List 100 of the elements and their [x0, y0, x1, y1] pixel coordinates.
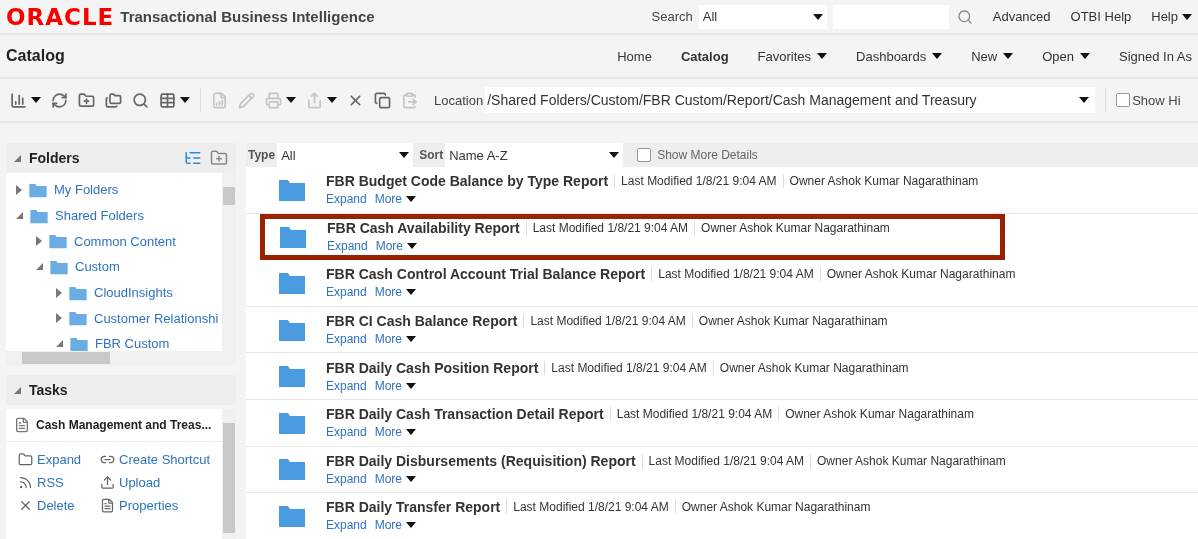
- owner-text: Owner Ashok Kumar Nagarathinam: [691, 314, 888, 329]
- folder-icon: [278, 457, 306, 482]
- item-name[interactable]: FBR CI Cash Balance Report: [326, 313, 518, 330]
- expand-toggle[interactable]: [56, 313, 62, 324]
- more-link[interactable]: More: [374, 378, 417, 393]
- collapse-toggle[interactable]: [14, 154, 21, 162]
- item-name[interactable]: FBR Cash Availability Report: [327, 220, 520, 237]
- folder-link[interactable]: My Folders: [54, 182, 119, 198]
- page-title: Catalog: [6, 47, 65, 65]
- search-scope-select[interactable]: All: [698, 4, 827, 29]
- folder-link[interactable]: CloudInsights: [94, 285, 173, 301]
- owner-text: Owner Ashok Kumar Nagarathinam: [782, 174, 979, 189]
- more-link[interactable]: More: [374, 518, 417, 533]
- delete-icon[interactable]: [18, 498, 33, 513]
- folder-icon: [49, 258, 69, 275]
- folder-link[interactable]: Common Content: [74, 233, 176, 249]
- folder-link[interactable]: FBR Custom: [95, 336, 170, 351]
- rss-icon[interactable]: [18, 475, 33, 490]
- search-icon[interactable]: [956, 8, 973, 25]
- location-label: Location: [434, 92, 484, 108]
- expand-link[interactable]: Expand: [326, 192, 367, 207]
- type-label: Type: [248, 148, 276, 162]
- nav-link[interactable]: New: [971, 48, 1014, 64]
- modified-text: Last Modified 1/8/21 9:04 AM: [614, 174, 777, 189]
- item-name[interactable]: FBR Daily Transfer Report: [326, 499, 501, 516]
- checkbox[interactable]: [1116, 93, 1131, 107]
- view-tool-icon[interactable]: [10, 91, 41, 109]
- folder-icon[interactable]: [18, 452, 33, 467]
- panel-title: Tasks: [29, 382, 68, 398]
- search-label: Search: [651, 9, 693, 24]
- modified-text: Last Modified 1/8/21 9:04 AM: [641, 453, 805, 468]
- sort-select[interactable]: Name A-Z: [445, 143, 624, 167]
- folders-tool-icon[interactable]: [105, 91, 122, 109]
- expand-link[interactable]: Expand: [326, 332, 367, 347]
- nav-link[interactable]: Signed In As: [1119, 48, 1192, 64]
- more-link[interactable]: More: [374, 285, 417, 300]
- new-folder-icon[interactable]: [210, 149, 228, 167]
- expand-link[interactable]: Expand: [326, 378, 367, 393]
- expand-link[interactable]: Expand: [327, 239, 368, 254]
- nav-link[interactable]: Catalog: [680, 48, 729, 64]
- folder-icon: [279, 224, 307, 249]
- scrollbar[interactable]: [6, 351, 236, 365]
- header-link[interactable]: Advanced: [992, 9, 1051, 24]
- expand-link[interactable]: Expand: [326, 471, 367, 486]
- task-link[interactable]: Upload: [119, 475, 161, 490]
- expand-link[interactable]: Expand: [326, 285, 367, 300]
- task-link[interactable]: Properties: [119, 498, 179, 513]
- item-name[interactable]: FBR Daily Cash Transaction Detail Report: [326, 406, 604, 423]
- upload-icon[interactable]: [100, 475, 115, 490]
- more-link[interactable]: More: [374, 332, 417, 347]
- owner-text: Owner Ashok Kumar Nagarathinam: [674, 500, 871, 515]
- expand-toggle[interactable]: [36, 236, 42, 247]
- folder-link[interactable]: Custom: [75, 259, 120, 275]
- refresh-tool-icon[interactable]: [51, 91, 68, 109]
- table-tool-icon[interactable]: [159, 91, 190, 109]
- expand-toggle[interactable]: [16, 212, 23, 220]
- modified-text: Last Modified 1/8/21 9:04 AM: [506, 500, 669, 515]
- type-select[interactable]: All: [277, 143, 414, 167]
- tree-icon[interactable]: [184, 149, 202, 167]
- more-link[interactable]: More: [374, 425, 417, 440]
- more-link[interactable]: More: [374, 471, 417, 486]
- owner-text: Owner Ashok Kumar Nagarathinam: [819, 267, 1016, 282]
- task-link[interactable]: RSS: [37, 475, 64, 490]
- task-link[interactable]: Expand: [37, 452, 82, 467]
- collapse-toggle[interactable]: [14, 386, 21, 394]
- header-link[interactable]: OTBI Help: [1070, 9, 1132, 24]
- nav-link[interactable]: Favorites: [757, 48, 828, 64]
- task-link[interactable]: Delete: [37, 498, 75, 513]
- item-name[interactable]: FBR Cash Control Account Trial Balance Report: [326, 266, 646, 283]
- folder-icon: [68, 310, 88, 327]
- more-link[interactable]: More: [374, 192, 417, 207]
- scrollbar[interactable]: [222, 409, 236, 539]
- expand-toggle[interactable]: [16, 184, 22, 195]
- expand-toggle[interactable]: [36, 263, 43, 271]
- search-tool-icon[interactable]: [132, 91, 149, 109]
- folder-link[interactable]: Shared Folders: [55, 208, 144, 224]
- header-link[interactable]: Help: [1151, 9, 1192, 24]
- copy-tool-icon[interactable]: [374, 91, 391, 109]
- folder-icon: [278, 503, 306, 528]
- location-select[interactable]: /Shared Folders/Custom/FBR Custom/Report/Cash Management and Treasury: [485, 87, 1096, 113]
- expand-toggle[interactable]: [56, 287, 62, 298]
- task-link[interactable]: Create Shortcut: [119, 452, 211, 467]
- nav-link[interactable]: Dashboards: [856, 48, 943, 64]
- nav-link[interactable]: Open: [1042, 48, 1090, 64]
- item-name[interactable]: FBR Daily Cash Position Report: [326, 359, 539, 376]
- expand-link[interactable]: Expand: [326, 518, 367, 533]
- document-icon[interactable]: [100, 498, 115, 513]
- new-folder-tool-icon[interactable]: [78, 91, 95, 109]
- item-name[interactable]: FBR Daily Disbursements (Requisition) Report: [326, 452, 636, 469]
- checkbox-label: Show More Details: [657, 148, 758, 162]
- item-name[interactable]: FBR Budget Code Balance by Type Report: [326, 173, 609, 190]
- sort-label: Sort: [419, 148, 444, 162]
- folder-icon: [278, 271, 306, 295]
- more-link[interactable]: More: [375, 239, 418, 254]
- expand-link[interactable]: Expand: [326, 425, 367, 440]
- checkbox[interactable]: [637, 148, 652, 162]
- owner-text: Owner Ashok Kumar Nagarathinam: [712, 360, 909, 375]
- modified-text: Last Modified 1/8/21 9:04 AM: [523, 314, 686, 329]
- folder-link[interactable]: Customer Relationshi: [94, 310, 219, 326]
- nav-link[interactable]: Home: [617, 48, 652, 64]
